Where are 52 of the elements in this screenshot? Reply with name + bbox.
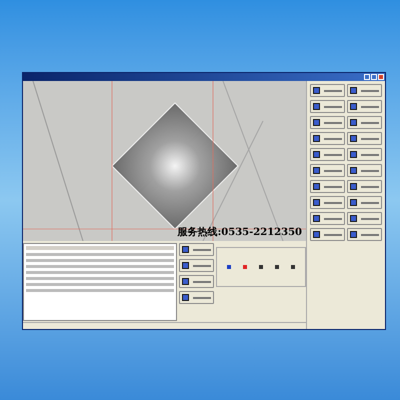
tool-button[interactable] [347, 84, 382, 97]
square-icon [182, 246, 189, 253]
square-icon [313, 215, 320, 222]
tool-button[interactable] [179, 275, 214, 288]
tool-button[interactable] [347, 132, 382, 145]
tool-button[interactable] [179, 259, 214, 272]
tool-button[interactable] [347, 196, 382, 209]
square-icon [350, 103, 357, 110]
maximize-icon[interactable] [371, 74, 377, 80]
tool-button[interactable] [347, 180, 382, 193]
close-icon[interactable] [378, 74, 384, 80]
square-icon [350, 231, 357, 238]
tool-button[interactable] [310, 116, 345, 129]
tool-button[interactable] [310, 212, 345, 225]
minimize-icon[interactable] [364, 74, 370, 80]
tool-button[interactable] [310, 148, 345, 161]
tool-button[interactable] [310, 196, 345, 209]
square-icon [350, 215, 357, 222]
square-icon [182, 262, 189, 269]
square-icon [313, 183, 320, 190]
tool-button[interactable] [179, 243, 214, 256]
square-icon [350, 135, 357, 142]
square-icon [313, 87, 320, 94]
square-icon [350, 119, 357, 126]
tool-button[interactable] [347, 148, 382, 161]
tool-button[interactable] [310, 84, 345, 97]
square-icon [350, 87, 357, 94]
square-icon [182, 278, 189, 285]
square-icon [313, 119, 320, 126]
square-icon [350, 199, 357, 206]
square-icon [313, 199, 320, 206]
square-icon [313, 151, 320, 158]
square-icon [313, 103, 320, 110]
square-icon [313, 135, 320, 142]
square-icon [313, 231, 320, 238]
tool-button[interactable] [347, 228, 382, 241]
tool-button[interactable] [310, 132, 345, 145]
tool-button[interactable] [310, 100, 345, 113]
tool-button[interactable] [179, 291, 214, 304]
image-caption: 服务热线:0535-2212350 [178, 226, 302, 240]
square-icon [350, 167, 357, 174]
tool-button[interactable] [347, 164, 382, 177]
tool-button[interactable] [310, 180, 345, 193]
tool-button[interactable] [310, 228, 345, 241]
square-icon [182, 294, 189, 301]
tool-button[interactable] [347, 100, 382, 113]
square-icon [350, 151, 357, 158]
square-icon [313, 167, 320, 174]
square-icon [350, 183, 357, 190]
tool-button[interactable] [347, 212, 382, 225]
tool-button[interactable] [347, 116, 382, 129]
tool-button[interactable] [310, 164, 345, 177]
